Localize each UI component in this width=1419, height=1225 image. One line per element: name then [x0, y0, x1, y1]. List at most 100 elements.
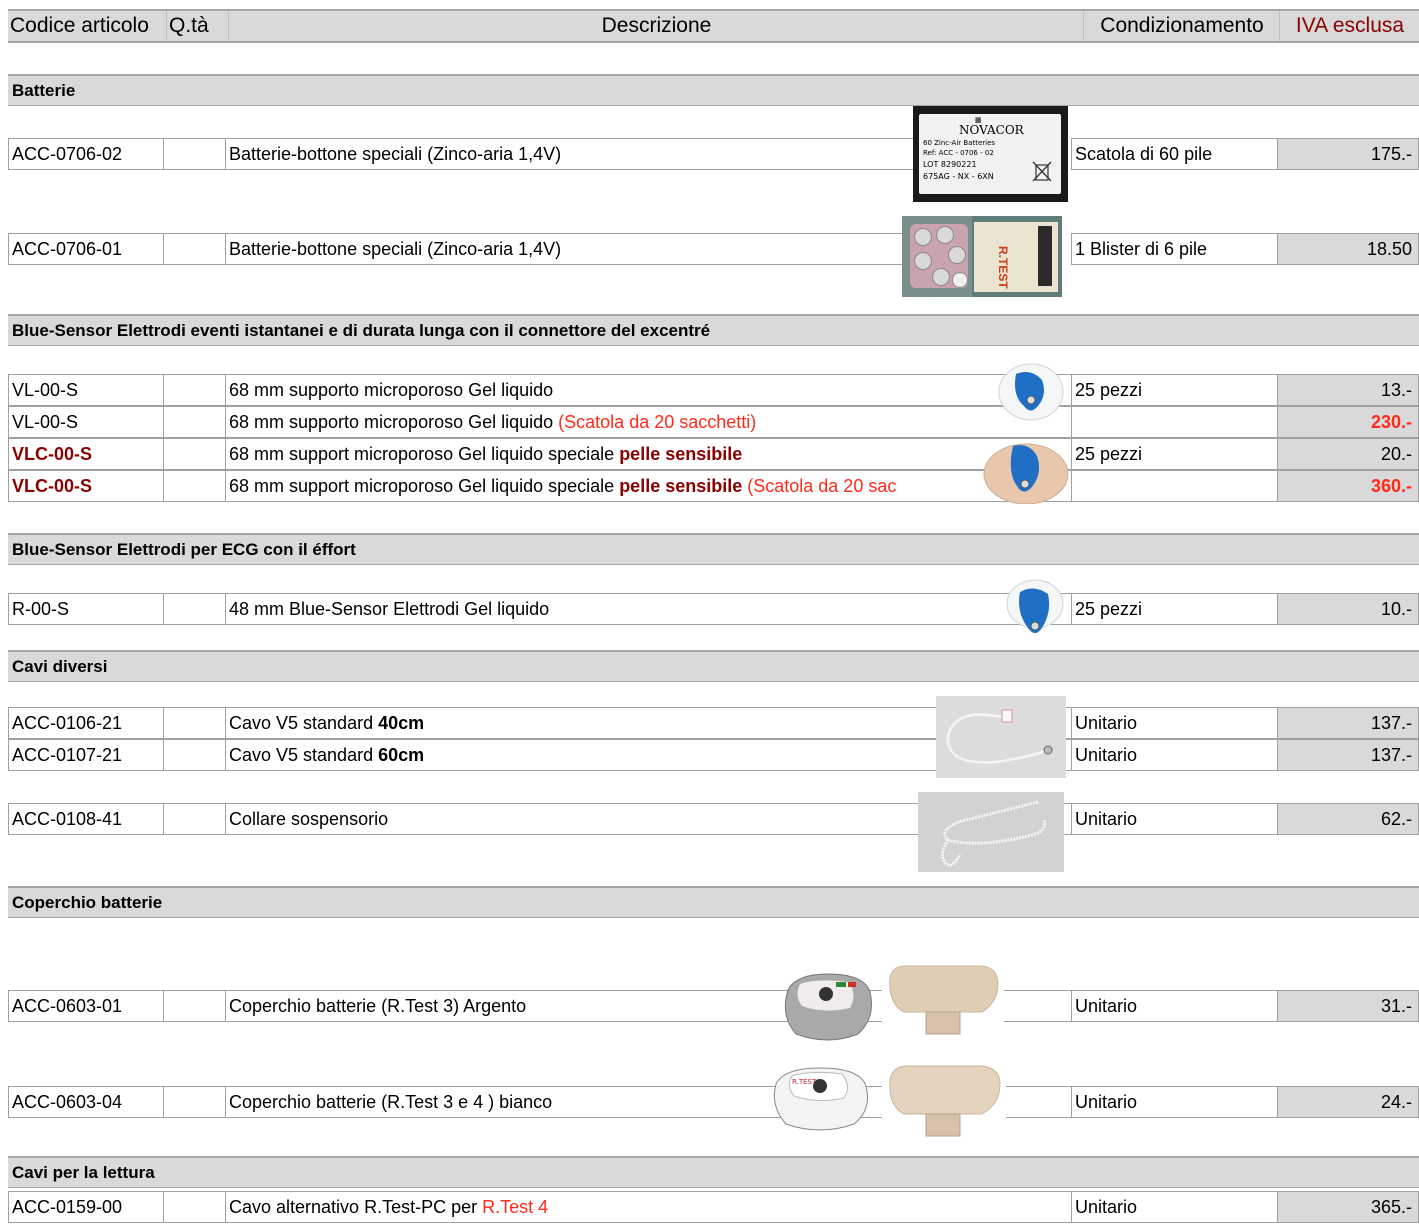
row9-desc-text: Cavo V5 standard [229, 745, 379, 765]
row1-packaging: Scatola di 60 pile [1071, 138, 1277, 170]
row9-desc-bold: 60cm [378, 745, 425, 765]
row6-packaging [1071, 470, 1277, 502]
row5-desc-text: 68 mm support microporoso Gel liquido sp… [229, 444, 620, 464]
row4-price: 230.- [1277, 406, 1419, 438]
row2-price: 18.50 [1277, 233, 1419, 265]
row5-code-text: VLC-00-S [12, 444, 93, 464]
device-brand: R.TEST [792, 1078, 817, 1086]
row9-code: ACC-0107-21 [8, 739, 163, 771]
novacor-line4: 675AG - NX - 6XN [923, 172, 994, 181]
section-coperchio-batterie: Coperchio batterie [8, 886, 1419, 918]
column-header: Codice articolo Q.tà Descrizione Condizi… [8, 9, 1419, 43]
row6-code: VLC-00-S [8, 470, 163, 502]
row4-desc-note: (Scatola da 20 sacchetti) [558, 412, 757, 432]
blue-electrode-image [998, 363, 1064, 421]
row8-code: ACC-0106-21 [8, 707, 163, 739]
row13-qty-input[interactable] [163, 1191, 225, 1223]
novacor-line3: LOT 8290221 [923, 160, 977, 169]
row2-qty-input[interactable] [163, 233, 225, 265]
header-vat: IVA esclusa [1279, 11, 1419, 41]
row3-price: 13.- [1277, 374, 1419, 406]
row7-description: 48 mm Blue-Sensor Elettrodi Gel liquido [225, 593, 1071, 625]
row10-packaging: Unitario [1071, 803, 1277, 835]
row7-code: R-00-S [8, 593, 163, 625]
row1-description: Batterie-bottone speciali (Zinco-aria 1,… [225, 138, 915, 170]
row12-code: ACC-0603-04 [8, 1086, 163, 1118]
row7-packaging: 25 pezzi [1071, 593, 1277, 625]
row1-price: 175.- [1277, 138, 1419, 170]
section-blue-sensor-ecg: Blue-Sensor Elettrodi per ECG con il éff… [8, 533, 1419, 565]
row5-price: 20.- [1277, 438, 1419, 470]
novacor-line2: Ref: ACC - 0706 - 02 [923, 149, 994, 157]
row7-qty-input[interactable] [163, 593, 225, 625]
row3-description: 68 mm supporto microporoso Gel liquido [225, 374, 1071, 406]
novacor-battery-box-image: ▦ NOVACOR 60 Zinc-Air Batteries Ref: ACC… [913, 106, 1068, 202]
row2-packaging: 1 Blister di 6 pile [1071, 233, 1277, 265]
row12-packaging: Unitario [1071, 1086, 1277, 1118]
row4-description: 68 mm supporto microporoso Gel liquido (… [225, 406, 1071, 438]
row5-qty-input[interactable] [163, 438, 225, 470]
novacor-line1: 60 Zinc-Air Batteries [923, 139, 996, 147]
row11-qty-input[interactable] [163, 990, 225, 1022]
row4-packaging [1071, 406, 1277, 438]
row12-qty-input[interactable] [163, 1086, 225, 1118]
battery-blister-image: R.TEST [902, 216, 1062, 297]
row11-packaging: Unitario [1071, 990, 1277, 1022]
row5-description: 68 mm support microporoso Gel liquido sp… [225, 438, 1071, 470]
row13-code: ACC-0159-00 [8, 1191, 163, 1223]
row8-qty-input[interactable] [163, 707, 225, 739]
row3-qty-input[interactable] [163, 374, 225, 406]
row10-price: 62.- [1277, 803, 1419, 835]
header-qty: Q.tà [166, 11, 231, 41]
row2-description: Batterie-bottone speciali (Zinco-aria 1,… [225, 233, 905, 265]
row3-code: VL-00-S [8, 374, 163, 406]
row6-desc-bold: pelle sensibile [619, 476, 743, 496]
row4-desc-text: 68 mm supporto microporoso Gel liquido [229, 412, 559, 432]
row13-desc-red: R.Test 4 [482, 1197, 549, 1217]
row1-qty-input[interactable] [163, 138, 225, 170]
v5-cable-image [936, 696, 1066, 778]
recycle-bin-icon [1032, 161, 1052, 182]
section-cavi-diversi: Cavi diversi [8, 650, 1419, 682]
row4-code: VL-00-S [8, 406, 163, 438]
beige-lid-image-2 [882, 1058, 1006, 1144]
section-blue-sensor-istantanei: Blue-Sensor Elettrodi eventi istantanei … [8, 314, 1419, 346]
row8-desc-bold: 40cm [378, 713, 425, 733]
beige-electrode-image [983, 443, 1069, 504]
row6-description: 68 mm support microporoso Gel liquido sp… [225, 470, 1071, 502]
row6-price: 360.- [1277, 470, 1419, 502]
section-cavi-lettura: Cavi per la lettura [8, 1156, 1419, 1188]
row8-desc-text: Cavo V5 standard [229, 713, 379, 733]
silver-device-image [784, 973, 872, 1041]
ecg-electrode-image [1006, 579, 1064, 633]
row11-price: 31.- [1277, 990, 1419, 1022]
row8-price: 137.- [1277, 707, 1419, 739]
row12-price: 24.- [1277, 1086, 1419, 1118]
row6-code-text: VLC-00-S [12, 476, 93, 496]
row8-packaging: Unitario [1071, 707, 1277, 739]
row11-code: ACC-0603-01 [8, 990, 163, 1022]
section-batterie: Batterie [8, 74, 1419, 106]
row4-qty-input[interactable] [163, 406, 225, 438]
row3-packaging: 25 pezzi [1071, 374, 1277, 406]
row6-qty-input[interactable] [163, 470, 225, 502]
row5-code: VLC-00-S [8, 438, 163, 470]
blister-brand: R.TEST [996, 246, 1010, 289]
header-description: Descrizione [228, 11, 1084, 41]
row5-desc-bold: pelle sensibile [619, 444, 743, 464]
white-device-image: R.TEST [773, 1067, 868, 1131]
header-packaging: Condizionamento [1083, 11, 1280, 41]
row10-qty-input[interactable] [163, 803, 225, 835]
row13-price: 365.- [1277, 1191, 1419, 1223]
row6-desc-note: (Scatola da 20 sac [742, 476, 897, 496]
beige-lid-image-1 [882, 958, 1004, 1046]
novacor-brand: NOVACOR [959, 123, 1024, 137]
row9-price: 137.- [1277, 739, 1419, 771]
row9-qty-input[interactable] [163, 739, 225, 771]
row1-code: ACC-0706-02 [8, 138, 163, 170]
row6-desc-text: 68 mm support microporoso Gel liquido sp… [229, 476, 620, 496]
row5-packaging: 25 pezzi [1071, 438, 1277, 470]
row13-packaging: Unitario [1071, 1191, 1277, 1223]
row13-description: Cavo alternativo R.Test-PC per R.Test 4 [225, 1191, 1071, 1223]
collar-image [918, 792, 1064, 872]
